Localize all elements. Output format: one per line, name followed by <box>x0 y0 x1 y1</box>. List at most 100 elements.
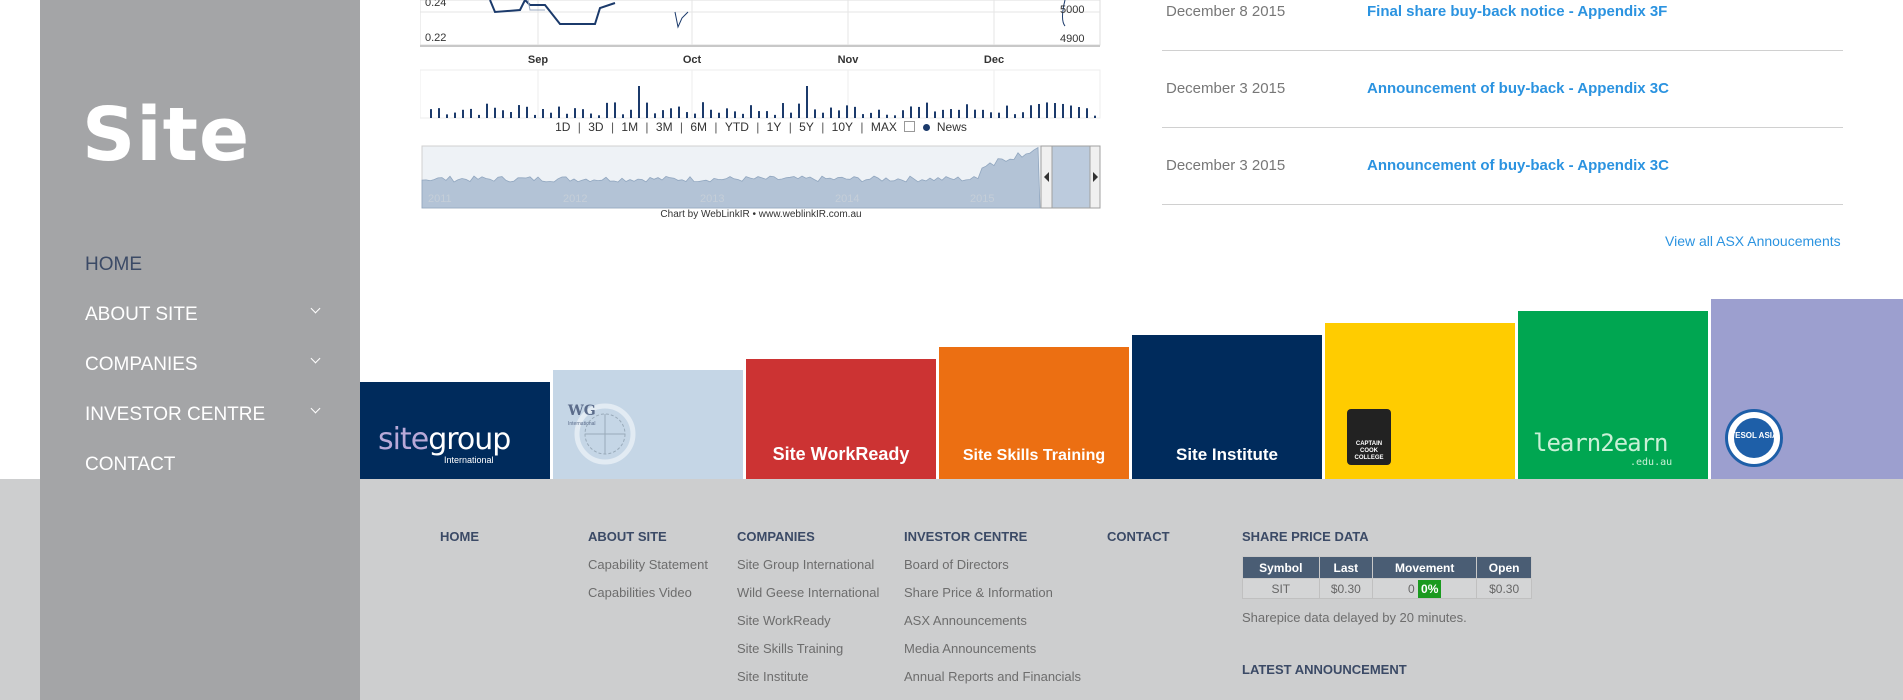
y-tick-label: 0.22 <box>425 32 446 44</box>
volume-bar <box>750 105 752 118</box>
volume-bar <box>446 114 448 118</box>
nav-item-home[interactable]: HOME <box>85 240 325 290</box>
company-tile-wild-geese[interactable]: WG International <box>553 370 743 479</box>
range-button-5y[interactable]: 5Y <box>799 120 814 134</box>
volume-bar <box>462 109 464 118</box>
chevron-down-icon[interactable] <box>310 353 321 363</box>
share-price-table: Symbol Last Movement Open SIT $0.30 0 0%… <box>1242 556 1532 599</box>
volume-bar <box>534 114 536 118</box>
volume-bar <box>670 108 672 118</box>
announcement-link[interactable]: Announcement of buy-back - Appendix 3C <box>1367 157 1669 174</box>
volume-bar <box>1062 103 1064 118</box>
site-logo[interactable]: Site <box>82 92 250 178</box>
last-price-cell: $0.30 <box>1318 578 1374 599</box>
range-button-3m[interactable]: 3M <box>656 120 673 134</box>
announcement-link[interactable]: Announcement of buy-back - Appendix 3C <box>1367 80 1669 97</box>
footer-link[interactable]: ASX Announcements <box>904 613 1081 628</box>
footer-heading-investor[interactable]: INVESTOR CENTRE <box>904 529 1081 544</box>
footer-link-contact[interactable]: CONTACT <box>1107 529 1170 544</box>
volume-bar <box>1094 115 1096 118</box>
nav-item-label: CONTACT <box>85 454 176 475</box>
column-header: Symbol <box>1242 556 1320 579</box>
table-row: SIT $0.30 0 0% $0.30 <box>1242 578 1532 599</box>
volume-bar <box>478 114 480 118</box>
range-button-1m[interactable]: 1M <box>621 120 638 134</box>
company-tile-site-skills-training[interactable]: Site Skills Training <box>939 347 1129 479</box>
range-button-max[interactable]: MAX <box>871 120 897 134</box>
volume-bar <box>966 104 968 118</box>
volume-bar <box>486 103 488 118</box>
chart-credit[interactable]: Chart by WebLinkIR • www.weblinkIR.com.a… <box>420 209 1102 220</box>
footer-heading-about[interactable]: ABOUT SITE <box>588 529 708 544</box>
volume-bar <box>830 107 832 118</box>
company-subtitle: International <box>444 455 494 465</box>
volume-bar <box>998 112 1000 118</box>
news-label: News <box>936 120 967 134</box>
footer-link[interactable]: Capability Statement <box>588 557 708 572</box>
volume-bar <box>646 102 648 118</box>
nav-item-label: COMPANIES <box>85 354 198 375</box>
volume-bar <box>798 103 800 118</box>
nav-item-contact[interactable]: CONTACT <box>85 440 325 490</box>
footer-link[interactable]: Site Skills Training <box>737 641 879 656</box>
company-tile-captain-cook-college[interactable]: CAPTAIN COOK COLLEGE <box>1325 323 1515 479</box>
volume-bar <box>814 109 816 118</box>
volume-bar <box>470 108 472 118</box>
nav-item-about-site[interactable]: ABOUT SITE <box>85 290 325 340</box>
footer-link[interactable]: Annual Reports and Financials <box>904 669 1081 684</box>
footer-heading-companies[interactable]: COMPANIES <box>737 529 879 544</box>
chart-svg: 0.24 0.22 5000 4900 Sep Oct Nov Dec 2011 <box>420 0 1101 209</box>
volume-bar <box>430 109 432 118</box>
volume-bar <box>598 115 600 118</box>
range-button-ytd[interactable]: YTD <box>725 120 749 134</box>
company-name: Site WorkReady <box>772 444 910 464</box>
chevron-down-icon[interactable] <box>310 303 321 313</box>
view-all-announcements-link[interactable]: View all ASX Annoucements <box>1665 233 1841 249</box>
nav-item-investor-centre[interactable]: INVESTOR CENTRE <box>85 390 325 440</box>
range-button-3d[interactable]: 3D <box>588 120 603 134</box>
volume-bar <box>718 112 720 118</box>
range-button-1d[interactable]: 1D <box>555 120 570 134</box>
footer-link[interactable]: Media Announcements <box>904 641 1081 656</box>
footer-col-about: ABOUT SITE Capability Statement Capabili… <box>588 529 708 613</box>
company-name: Site Skills Training <box>962 447 1106 464</box>
footer-col-contact: CONTACT <box>1107 529 1170 557</box>
footer-link[interactable]: Share Price & Information <box>904 585 1081 600</box>
company-tile-tesol-asia[interactable]: TESOL ASIA <box>1711 299 1903 479</box>
volume-bar <box>678 106 680 118</box>
nav-item-companies[interactable]: COMPANIES <box>85 340 325 390</box>
company-tile-sitegroup[interactable]: sitesitegroupgroup International <box>360 382 550 479</box>
x-tick-label: Nov <box>838 54 860 66</box>
delay-note: Sharepice data delayed by 20 minutes. <box>1242 610 1467 625</box>
announcement-link[interactable]: Final share buy-back notice - Appendix 3… <box>1367 3 1667 20</box>
range-selector: 1D | 3D | 1M | 3M | 6M | YTD | 1Y | 5Y |… <box>555 120 967 134</box>
chevron-down-icon[interactable] <box>310 403 321 413</box>
volume-bar <box>894 115 896 118</box>
volume-bar <box>942 109 944 118</box>
footer-link[interactable]: Wild Geese International <box>737 585 879 600</box>
volume-bar <box>974 109 976 118</box>
footer-link[interactable]: Capabilities Video <box>588 585 708 600</box>
company-tile-site-institute[interactable]: Site Institute <box>1132 335 1322 479</box>
latest-announcement-heading: LATEST ANNOUNCEMENT <box>1242 662 1407 677</box>
volume-bar <box>526 106 528 118</box>
volume-bar <box>582 109 584 118</box>
range-button-6m[interactable]: 6M <box>690 120 707 134</box>
news-checkbox[interactable] <box>904 121 916 132</box>
company-tile-learn2earn[interactable]: learn2earn .edu.au <box>1518 311 1708 479</box>
volume-bar <box>438 108 440 118</box>
footer-link-home[interactable]: HOME <box>440 529 479 544</box>
footer-link[interactable]: Site Group International <box>737 557 879 572</box>
range-button-1y[interactable]: 1Y <box>767 120 782 134</box>
share-price-heading: SHARE PRICE DATA <box>1242 529 1369 544</box>
footer-col-companies: COMPANIES Site Group International Wild … <box>737 529 879 697</box>
footer-link[interactable]: Site Institute <box>737 669 879 684</box>
footer-link[interactable]: Board of Directors <box>904 557 1081 572</box>
volume-bar <box>510 112 512 118</box>
company-tile-site-workready[interactable]: Site WorkReady <box>746 359 936 479</box>
footer-link[interactable]: Site WorkReady <box>737 613 879 628</box>
x-tick-label: Dec <box>984 54 1004 66</box>
volume-bar <box>606 102 608 118</box>
range-button-10y[interactable]: 10Y <box>832 120 853 134</box>
volume-bar <box>902 110 904 118</box>
